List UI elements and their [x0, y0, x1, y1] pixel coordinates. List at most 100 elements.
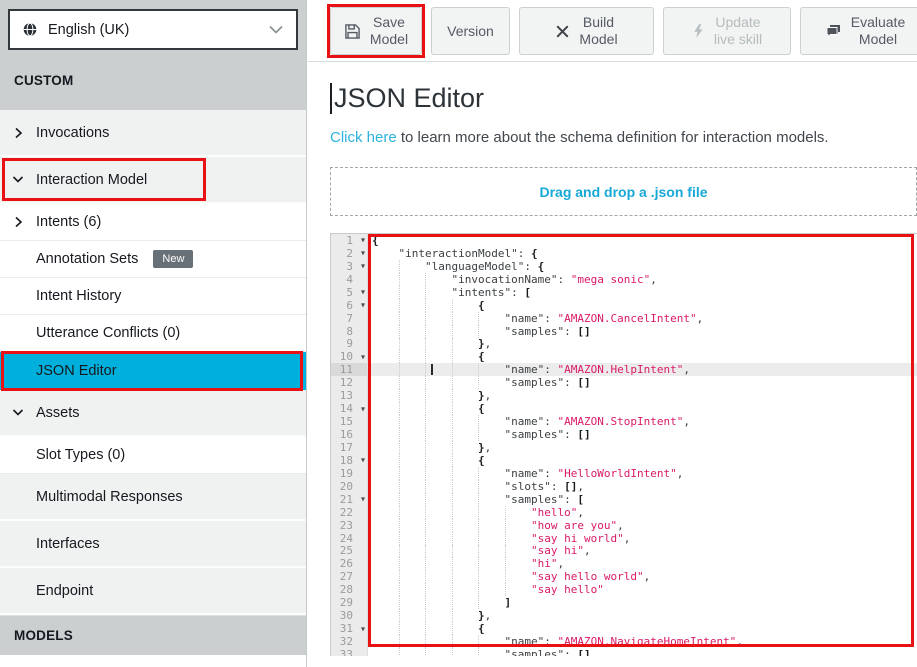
gutter-line-number[interactable]: 1▾ [331, 234, 368, 247]
editor-line-29[interactable]: 29] [331, 596, 917, 609]
gutter-line-number[interactable]: 6▾ [331, 299, 368, 312]
code-line-content[interactable]: { [368, 299, 917, 312]
gutter-line-number[interactable]: 24 [331, 532, 368, 545]
sidebar-item-intents-6[interactable]: Intents (6) [0, 204, 306, 241]
gutter-line-number[interactable]: 8 [331, 325, 368, 338]
editor-line-12[interactable]: 12"samples": [] [331, 376, 917, 389]
code-line-content[interactable]: { [368, 234, 917, 247]
editor-line-1[interactable]: 1▾{ [331, 234, 917, 247]
code-line-content[interactable]: "interactionModel": { [368, 247, 917, 260]
gutter-line-number[interactable]: 3▾ [331, 260, 368, 273]
editor-line-21[interactable]: 21▾"samples": [ [331, 493, 917, 506]
gutter-line-number[interactable]: 18▾ [331, 454, 368, 467]
fold-arrow-icon[interactable]: ▾ [361, 262, 365, 271]
code-line-content[interactable]: "say hello" [368, 583, 917, 596]
editor-line-2[interactable]: 2▾"interactionModel": { [331, 247, 917, 260]
gutter-line-number[interactable]: 5▾ [331, 286, 368, 299]
editor-line-4[interactable]: 4"invocationName": "mega sonic", [331, 273, 917, 286]
editor-line-19[interactable]: 19"name": "HelloWorldIntent", [331, 467, 917, 480]
save-model-button[interactable]: SaveModel [330, 7, 422, 55]
sidebar-item-multimodal-responses[interactable]: Multimodal Responses [0, 474, 306, 521]
gutter-line-number[interactable]: 20 [331, 480, 368, 493]
gutter-line-number[interactable]: 14▾ [331, 402, 368, 415]
fold-arrow-icon[interactable]: ▾ [361, 495, 365, 504]
editor-line-8[interactable]: 8"samples": [] [331, 325, 917, 338]
fold-arrow-icon[interactable]: ▾ [361, 249, 365, 258]
editor-line-30[interactable]: 30}, [331, 609, 917, 622]
gutter-line-number[interactable]: 33 [331, 648, 368, 656]
editor-line-22[interactable]: 22"hello", [331, 506, 917, 519]
editor-line-24[interactable]: 24"say hi world", [331, 532, 917, 545]
editor-line-7[interactable]: 7"name": "AMAZON.CancelIntent", [331, 312, 917, 325]
code-line-content[interactable]: "samples": [] [368, 648, 917, 656]
sidebar-item-interfaces[interactable]: Interfaces [0, 521, 306, 568]
editor-line-11[interactable]: 11"name": "AMAZON.HelpIntent", [331, 363, 917, 376]
fold-arrow-icon[interactable]: ▾ [361, 404, 365, 413]
code-line-content[interactable]: "slots": [], [368, 480, 917, 493]
code-line-content[interactable]: { [368, 350, 917, 363]
code-line-content[interactable]: "samples": [] [368, 428, 917, 441]
gutter-line-number[interactable]: 22 [331, 506, 368, 519]
fold-arrow-icon[interactable]: ▾ [361, 301, 365, 310]
gutter-line-number[interactable]: 28 [331, 583, 368, 596]
version-button[interactable]: Version [431, 7, 510, 55]
sidebar-item-slot-types-0[interactable]: Slot Types (0) [0, 437, 306, 474]
editor-line-10[interactable]: 10▾{ [331, 350, 917, 363]
fold-arrow-icon[interactable]: ▾ [361, 624, 365, 633]
sidebar-item-intent-history[interactable]: Intent History [0, 278, 306, 315]
sidebar-item-assets[interactable]: Assets [0, 390, 306, 437]
code-line-content[interactable]: { [368, 402, 917, 415]
sidebar-item-interaction-model[interactable]: Interaction Model [0, 157, 306, 204]
code-line-content[interactable]: "hello", [368, 506, 917, 519]
gutter-line-number[interactable]: 7 [331, 312, 368, 325]
code-line-content[interactable]: "samples": [] [368, 376, 917, 389]
editor-line-32[interactable]: 32"name": "AMAZON.NavigateHomeIntent", [331, 635, 917, 648]
gutter-line-number[interactable]: 12 [331, 376, 368, 389]
fold-arrow-icon[interactable]: ▾ [361, 352, 365, 361]
sidebar-item-annotation-sets[interactable]: Annotation SetsNew [0, 241, 306, 278]
editor-line-18[interactable]: 18▾{ [331, 454, 917, 467]
gutter-line-number[interactable]: 11 [331, 363, 368, 376]
gutter-line-number[interactable]: 26 [331, 557, 368, 570]
gutter-line-number[interactable]: 21▾ [331, 493, 368, 506]
gutter-line-number[interactable]: 25 [331, 545, 368, 558]
language-selector[interactable]: English (UK) [8, 9, 298, 50]
code-line-content[interactable]: "samples": [ [368, 493, 917, 506]
code-line-content[interactable]: "name": "AMAZON.CancelIntent", [368, 312, 917, 325]
code-line-content[interactable]: "say hi world", [368, 532, 917, 545]
code-line-content[interactable]: "name": "AMAZON.StopIntent", [368, 415, 917, 428]
code-line-content[interactable]: "name": "AMAZON.NavigateHomeIntent", [368, 635, 917, 648]
code-line-content[interactable]: }, [368, 609, 917, 622]
json-code-editor[interactable]: 1▾{2▾"interactionModel": {3▾"languageMod… [330, 233, 917, 656]
gutter-line-number[interactable]: 15 [331, 415, 368, 428]
gutter-line-number[interactable]: 10▾ [331, 350, 368, 363]
code-line-content[interactable]: "invocationName": "mega sonic", [368, 273, 917, 286]
gutter-line-number[interactable]: 30 [331, 609, 368, 622]
code-line-content[interactable]: { [368, 622, 917, 635]
code-line-content[interactable]: "how are you", [368, 519, 917, 532]
fold-arrow-icon[interactable]: ▾ [361, 288, 365, 297]
editor-line-33[interactable]: 33"samples": [] [331, 648, 917, 656]
editor-line-3[interactable]: 3▾"languageModel": { [331, 260, 917, 273]
code-line-content[interactable]: }, [368, 441, 917, 454]
evaluate-model-button[interactable]: EvaluateModel [800, 7, 917, 55]
code-line-content[interactable]: "say hi", [368, 545, 917, 558]
gutter-line-number[interactable]: 19 [331, 467, 368, 480]
gutter-line-number[interactable]: 27 [331, 570, 368, 583]
gutter-line-number[interactable]: 13 [331, 389, 368, 402]
code-line-content[interactable]: }, [368, 338, 917, 351]
gutter-line-number[interactable]: 9 [331, 338, 368, 351]
code-line-content[interactable]: "name": "HelloWorldIntent", [368, 467, 917, 480]
fold-arrow-icon[interactable]: ▾ [361, 456, 365, 465]
gutter-line-number[interactable]: 23 [331, 519, 368, 532]
gutter-line-number[interactable]: 2▾ [331, 247, 368, 260]
sidebar-item-json-editor[interactable]: JSON Editor [0, 352, 306, 390]
fold-arrow-icon[interactable]: ▾ [361, 236, 365, 245]
gutter-line-number[interactable]: 17 [331, 441, 368, 454]
code-line-content[interactable]: ] [368, 596, 917, 609]
code-line-content[interactable]: }, [368, 389, 917, 402]
sidebar-item-invocations[interactable]: Invocations [0, 110, 306, 157]
editor-line-9[interactable]: 9}, [331, 338, 917, 351]
editor-line-23[interactable]: 23"how are you", [331, 519, 917, 532]
editor-line-26[interactable]: 26"hi", [331, 557, 917, 570]
